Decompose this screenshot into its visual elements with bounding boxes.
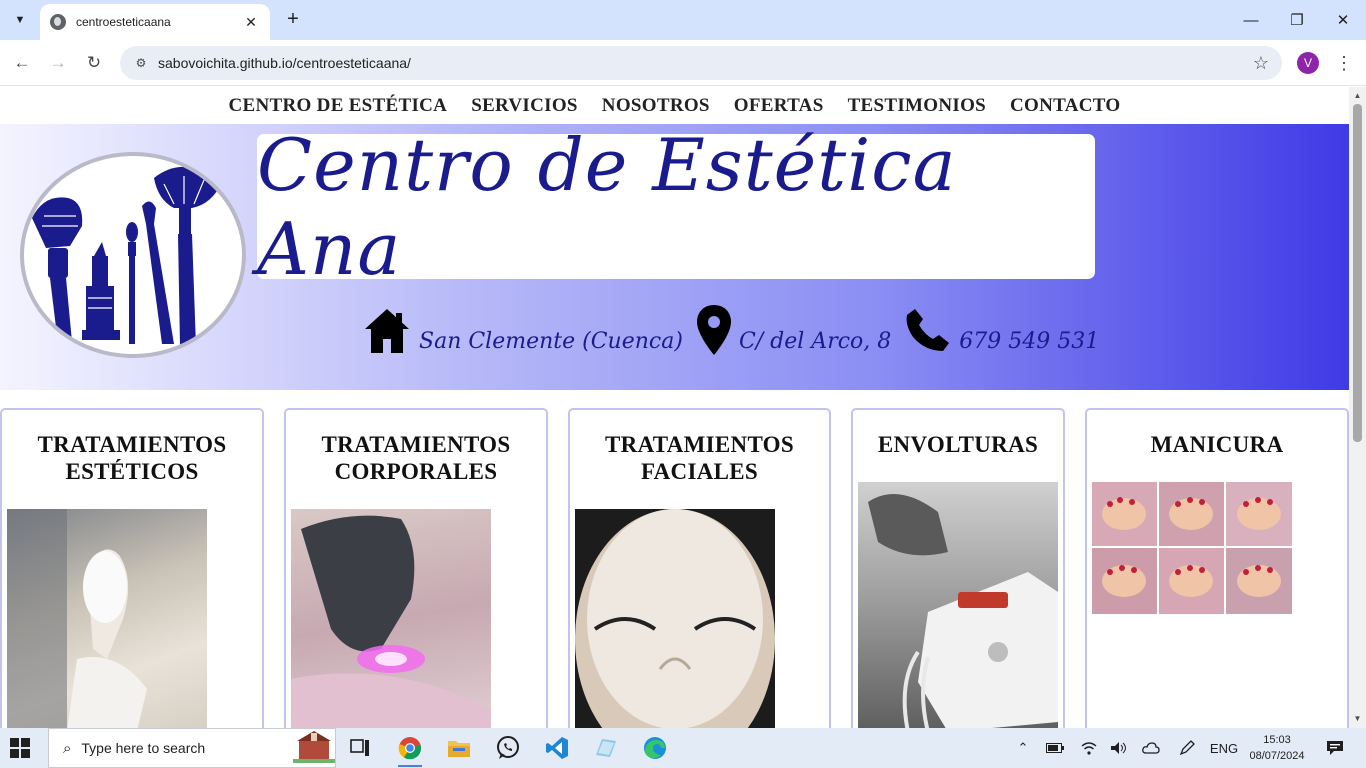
card-title-line: ENVOLTURAS	[877, 432, 1039, 457]
card-title-line: TRATAMIENTOS	[37, 432, 227, 457]
scrollbar-thumb[interactable]	[1353, 104, 1362, 442]
tab-search-button[interactable]: ▼	[6, 6, 34, 34]
nav-nosotros[interactable]: NOSOTROS	[602, 95, 710, 117]
minimize-button[interactable]: —	[1228, 0, 1274, 40]
notifications-icon[interactable]	[1322, 728, 1348, 768]
nav-ofertas[interactable]: OFERTAS	[734, 95, 824, 117]
search-icon: ⌕	[63, 739, 72, 757]
site-navigation: CENTRO DE ESTÉTICA SERVICIOS NOSOTROS OF…	[0, 87, 1349, 124]
browser-tab[interactable]: centroesteticaana ✕	[40, 4, 270, 40]
site-settings-icon[interactable]: ⚙	[132, 54, 150, 72]
phone-text[interactable]: 679 549 531	[959, 329, 1099, 354]
manicure-collage-photo	[1092, 482, 1292, 614]
volume-icon[interactable]	[1108, 728, 1130, 768]
map-pin-icon	[696, 304, 731, 360]
card-title: TRATAMIENTOS FACIALES	[570, 431, 829, 485]
home-icon	[363, 307, 411, 358]
card-title-line: ESTÉTICOS	[65, 459, 199, 484]
clock-time: 15:03	[1263, 734, 1291, 746]
new-tab-button[interactable]: +	[282, 8, 304, 30]
app-window-icon[interactable]	[586, 732, 626, 764]
nav-testimonios[interactable]: TESTIMONIOS	[848, 95, 986, 117]
card-title: MANICURA	[1087, 431, 1347, 458]
chevron-down-icon: ▼	[14, 14, 26, 26]
scroll-up-icon[interactable]: ▲	[1349, 89, 1366, 103]
back-button[interactable]: ←	[9, 50, 35, 76]
card-title: ENVOLTURAS	[853, 431, 1063, 458]
card-title-line: CORPORALES	[334, 459, 498, 484]
taskbar-clock[interactable]: 15:03 08/07/2024	[1244, 732, 1310, 764]
restore-button[interactable]: ❐	[1274, 0, 1320, 40]
pen-icon[interactable]	[1176, 728, 1198, 768]
windows-taskbar: ⌕ Type here to search ⌃ ENG 15:03 08/07/…	[0, 728, 1366, 768]
language-indicator[interactable]: ENG	[1208, 728, 1240, 768]
hero-banner: Centro de Estética Ana San Clemente (Cue…	[0, 123, 1349, 390]
nav-centro-de-estetica[interactable]: CENTRO DE ESTÉTICA	[229, 95, 448, 117]
whatsapp-icon[interactable]	[488, 732, 528, 764]
url-text[interactable]: sabovoichita.github.io/centroesteticaana…	[158, 55, 1246, 71]
browser-toolbar: ← → ↻ ⚙ sabovoichita.github.io/centroest…	[0, 40, 1366, 86]
reload-icon: ↻	[86, 53, 102, 72]
arrow-left-icon: ←	[13, 53, 31, 72]
globe-icon	[50, 14, 66, 30]
town-hall-icon	[293, 729, 335, 768]
browser-menu-icon[interactable]: ⋮	[1334, 52, 1354, 74]
windows-start-icon[interactable]	[10, 738, 30, 758]
card-title: TRATAMIENTOS ESTÉTICOS	[2, 431, 262, 485]
service-card-manicura[interactable]: MANICURA	[1085, 408, 1349, 728]
close-window-button[interactable]: ✕	[1320, 0, 1366, 40]
nav-servicios[interactable]: SERVICIOS	[471, 95, 578, 117]
site-title: Centro de Estética Ana	[257, 122, 957, 291]
card-title-line: TRATAMIENTOS	[605, 432, 794, 457]
card-title-line: MANICURA	[1150, 432, 1284, 457]
file-explorer-icon[interactable]	[439, 732, 479, 764]
card-title-line: TRATAMIENTOS	[321, 432, 511, 457]
browser-tab-strip: ▼ centroesteticaana ✕ + — ❐ ✕	[0, 0, 1366, 40]
body-wrap-machine-photo	[858, 482, 1058, 728]
service-card-envolturas[interactable]: ENVOLTURAS	[851, 408, 1065, 728]
service-card-tratamientos-corporales[interactable]: TRATAMIENTOS CORPORALES	[284, 408, 548, 728]
chevron-up-icon[interactable]: ⌃	[1012, 728, 1034, 768]
vscode-icon[interactable]	[537, 732, 577, 764]
facial-treatment-photo	[575, 509, 775, 728]
taskbar-search-box[interactable]: ⌕ Type here to search	[48, 728, 336, 768]
task-view-icon[interactable]	[340, 732, 380, 764]
taskbar-search-placeholder: Type here to search	[81, 740, 206, 756]
card-title-line: FACIALES	[641, 459, 758, 484]
service-card-tratamientos-faciales[interactable]: TRATAMIENTOS FACIALES	[568, 408, 831, 728]
reload-button[interactable]: ↻	[81, 50, 107, 76]
chrome-taskbar-icon[interactable]	[390, 732, 430, 767]
page-scrollbar[interactable]: ▲ ▼	[1349, 87, 1366, 728]
foot-treatment-photo	[7, 509, 207, 728]
makeup-brushes-icon	[32, 166, 222, 346]
page-viewport: CENTRO DE ESTÉTICA SERVICIOS NOSOTROS OF…	[0, 87, 1349, 728]
site-title-box: Centro de Estética Ana	[257, 123, 1095, 291]
tab-title: centroesteticaana	[76, 15, 171, 29]
battery-icon[interactable]	[1044, 728, 1066, 768]
nav-contacto[interactable]: CONTACTO	[1010, 95, 1120, 117]
service-card-tratamientos-esteticos[interactable]: TRATAMIENTOS ESTÉTICOS	[0, 408, 264, 728]
address-bar[interactable]: ⚙ sabovoichita.github.io/centroesteticaa…	[120, 46, 1282, 80]
wifi-icon[interactable]	[1078, 728, 1100, 768]
contact-info-row: San Clemente (Cuenca) C/ del Arco, 8 679…	[363, 302, 1113, 362]
profile-avatar[interactable]: V	[1297, 52, 1319, 74]
phone-icon	[905, 307, 951, 358]
brushes-logo	[20, 152, 246, 358]
address-text: C/ del Arco, 8	[738, 328, 892, 354]
clock-date: 08/07/2024	[1249, 750, 1305, 762]
bookmark-star-icon[interactable]: ☆	[1246, 53, 1276, 74]
location-text: San Clemente (Cuenca)	[419, 328, 683, 354]
close-tab-icon[interactable]: ✕	[242, 14, 260, 31]
card-title: TRATAMIENTOS CORPORALES	[286, 431, 546, 485]
scroll-down-icon[interactable]: ▼	[1349, 712, 1366, 726]
cloud-sync-icon[interactable]	[1140, 728, 1162, 768]
forward-button[interactable]: →	[45, 50, 71, 76]
arrow-right-icon: →	[49, 53, 67, 72]
body-treatment-photo	[291, 509, 491, 728]
edge-icon[interactable]	[635, 732, 675, 764]
